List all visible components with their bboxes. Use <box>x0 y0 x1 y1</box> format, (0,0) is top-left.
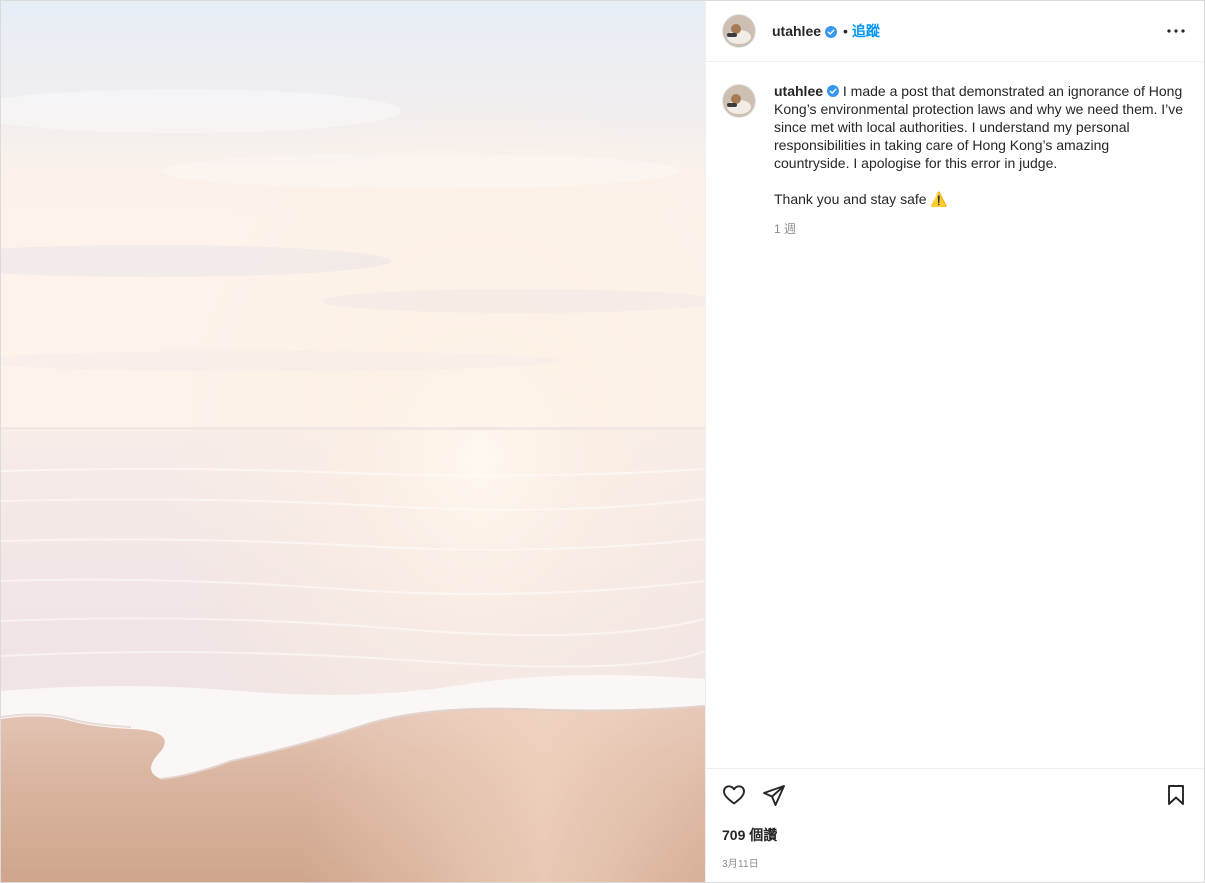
comments-area: utahlee I made a post that demonstrated … <box>706 62 1204 768</box>
caption-sign-off: Thank you and stay safe ⚠️ <box>774 191 948 207</box>
bookmark-icon[interactable] <box>1164 783 1188 807</box>
more-options-icon[interactable] <box>1164 19 1188 43</box>
post-date[interactable]: 3月11日 <box>722 855 1188 870</box>
actions-area: 709 個讚 3月11日 <box>706 768 1204 882</box>
caption: utahlee I made a post that demonstrated … <box>722 82 1188 238</box>
likes-count[interactable]: 709 個讚 <box>722 825 1188 845</box>
follow-button[interactable]: 追蹤 <box>852 21 880 41</box>
avatar[interactable] <box>722 14 756 48</box>
separator-dot: • <box>843 23 848 39</box>
paper-plane-icon[interactable] <box>762 783 786 807</box>
caption-username[interactable]: utahlee <box>774 83 823 99</box>
action-bar <box>722 769 1188 821</box>
avatar-photo-icon <box>723 85 755 117</box>
post-sidebar: utahlee • 追蹤 utahlee I made a post that … <box>705 1 1204 882</box>
post-image[interactable] <box>1 1 705 882</box>
caption-time-ago[interactable]: 1 週 <box>774 220 1188 238</box>
beach-sunrise-image <box>1 1 705 882</box>
header-username[interactable]: utahlee <box>772 23 821 39</box>
heart-icon[interactable] <box>722 783 746 807</box>
caption-avatar[interactable] <box>722 84 756 118</box>
verified-badge-icon <box>825 25 838 38</box>
caption-body: utahlee I made a post that demonstrated … <box>774 82 1188 238</box>
post-header: utahlee • 追蹤 <box>706 1 1204 62</box>
verified-badge-icon <box>827 83 840 97</box>
avatar-photo-icon <box>723 15 755 47</box>
post-dialog: utahlee • 追蹤 utahlee I made a post that … <box>0 0 1205 883</box>
